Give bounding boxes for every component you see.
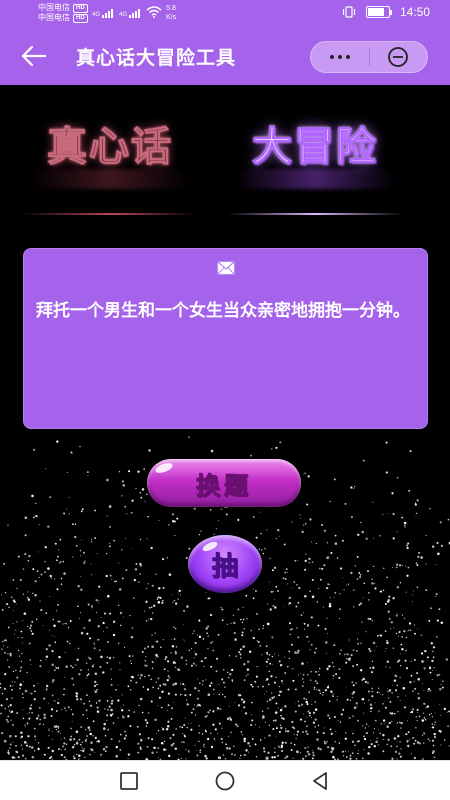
dare-logo: 大冒险 <box>215 123 415 223</box>
main-area: 真心话 大冒险 拜托一个男生和一个女生当众亲密地拥抱一分钟。 换题 抽 <box>0 85 450 760</box>
change-question-button[interactable]: 换题 <box>147 459 301 507</box>
status-bar: 中国电信 HD 中国电信 HD 4G 4G 5.8 K/s 14:50 <box>0 0 450 28</box>
question-text: 拜托一个男生和一个女生当众亲密地拥抱一分钟。 <box>36 301 410 321</box>
network-tag-1: 4G <box>92 12 101 18</box>
home-icon[interactable] <box>213 769 237 793</box>
envelope-icon <box>217 261 235 275</box>
speed-unit: K/s <box>166 14 177 21</box>
network-speed: 5.8 K/s <box>166 4 176 22</box>
page-title: 真心话大冒险工具 <box>76 47 237 69</box>
back-icon[interactable] <box>308 769 332 793</box>
dare-logo-text: 大冒险 <box>252 124 378 171</box>
vibrate-icon <box>342 6 356 18</box>
question-card: 拜托一个男生和一个女生当众亲密地拥抱一分钟。 <box>23 248 428 429</box>
status-right: 14:50 <box>342 5 430 19</box>
truth-logo: 真心话 <box>10 123 210 223</box>
carrier-2-label: 中国电信 <box>38 13 70 22</box>
network-tag-2: 4G <box>119 12 128 18</box>
hd-badge-2: HD <box>73 13 88 23</box>
recent-apps-icon[interactable] <box>117 769 141 793</box>
signal-icon: 4G <box>119 8 141 18</box>
more-icon[interactable] <box>311 42 369 72</box>
wifi-icon <box>146 6 162 18</box>
close-circle-icon[interactable] <box>369 42 427 72</box>
system-nav-bar <box>0 760 450 800</box>
draw-button[interactable]: 抽 <box>188 535 262 593</box>
title-bar: 真心话大冒险工具 <box>0 28 450 85</box>
draw-button-label: 抽 <box>211 551 238 582</box>
signal-group: 4G 4G <box>92 6 162 18</box>
battery-icon <box>365 6 392 18</box>
speed-value: 5.8 <box>166 5 176 12</box>
signal-icon: 4G <box>92 8 114 18</box>
hd-badge-1: HD <box>73 3 88 13</box>
truth-logo-text: 真心话 <box>47 124 173 171</box>
back-arrow-icon[interactable] <box>20 44 48 68</box>
carrier-1-label: 中国电信 <box>38 3 70 12</box>
carrier-info: 中国电信 HD 中国电信 HD <box>38 3 88 23</box>
change-button-label: 换题 <box>196 471 252 500</box>
mini-program-capsule <box>310 41 428 73</box>
clock: 14:50 <box>399 5 430 19</box>
